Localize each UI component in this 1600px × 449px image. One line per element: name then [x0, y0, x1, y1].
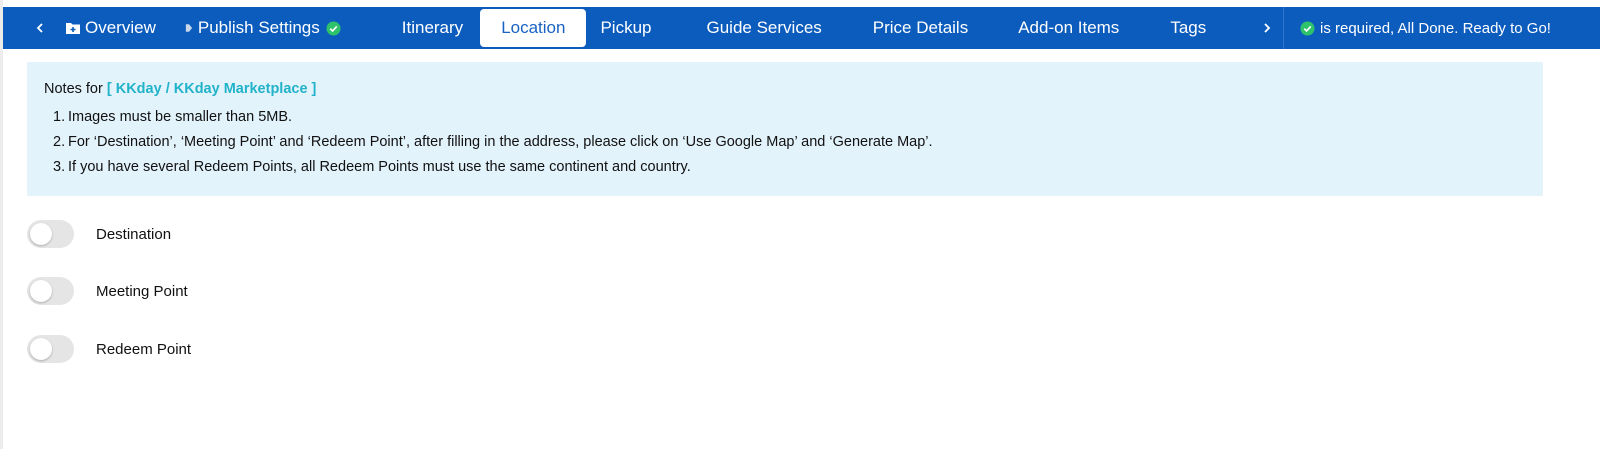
destination-label: Destination [96, 225, 172, 243]
step-navigation-bar: Overview Publish Settings Itinerary Loca… [3, 7, 1600, 49]
chevron-right-icon [1264, 23, 1271, 33]
tab-label: Guide Services [706, 18, 822, 37]
list-text: For ‘Destination’, ‘Meeting Point’ and ‘… [68, 134, 933, 150]
check-circle-icon [1300, 20, 1315, 36]
redeem-point-toggle[interactable] [27, 335, 74, 363]
tab-guide-services[interactable]: Guide Services [695, 9, 834, 47]
notes-list: 1. Images must be smaller than 5MB. 2. For… [44, 105, 1543, 180]
notes-heading: Notes for [ KKday / KKday Marketplace ] [44, 80, 1543, 99]
tab-location[interactable]: Location [480, 9, 587, 47]
destination-toggle[interactable] [27, 220, 74, 248]
toggle-knob [30, 338, 52, 360]
tab-price-details[interactable]: Price Details [861, 9, 980, 47]
scroll-tabs-left-button[interactable] [23, 7, 57, 49]
notes-brand: [ KKday / KKday Marketplace ] [106, 81, 317, 97]
step-tabs: Overview Publish Settings Itinerary Loca… [57, 7, 1218, 49]
redeem-point-toggle-row: Redeem Point [27, 335, 191, 363]
notes-list-item: 2. For ‘Destination’, ‘Meeting Point’ and… [44, 130, 1543, 155]
tab-tags[interactable]: Tags [1158, 9, 1218, 47]
meeting-point-label: Meeting Point [96, 282, 188, 300]
meeting-point-toggle-row: Meeting Point [27, 277, 188, 305]
notes-list-item: 1. Images must be smaller than 5MB. [44, 105, 1543, 130]
tab-add-on-items[interactable]: Add-on Items [1006, 9, 1131, 47]
redeem-point-label: Redeem Point [96, 340, 192, 358]
list-number: 3. [53, 159, 66, 175]
tab-label: Overview [85, 18, 156, 37]
check-circle-icon [326, 20, 341, 36]
toggle-knob [30, 280, 52, 302]
tab-label: Price Details [872, 18, 969, 37]
completion-status: is required, All Done. Ready to Go! [1283, 7, 1600, 49]
left-edge-rule [0, 0, 3, 449]
notes-list-item: 3. If you have several Redeem Points, all… [44, 155, 1543, 180]
list-number: 1. [53, 109, 66, 125]
tab-label: Itinerary [401, 18, 464, 37]
scroll-tabs-right-button[interactable] [1250, 7, 1284, 49]
status-text: is required, All Done. Ready to Go! [1320, 19, 1551, 37]
toggle-knob [30, 223, 52, 245]
tab-label: Add-on Items [1018, 18, 1120, 37]
list-number: 2. [53, 134, 66, 150]
tab-label: Tags [1170, 18, 1207, 37]
destination-toggle-row: Destination [27, 220, 171, 248]
tag-icon [184, 21, 194, 35]
tab-itinerary[interactable]: Itinerary [390, 9, 475, 47]
tab-label: Location [501, 18, 566, 37]
tab-label: Pickup [600, 18, 652, 37]
tab-pickup[interactable]: Pickup [588, 9, 663, 47]
chevron-left-icon [36, 23, 43, 33]
tab-publish-settings[interactable]: Publish Settings [168, 9, 353, 47]
list-text: If you have several Redeem Points, all R… [68, 159, 691, 175]
tab-label: Publish Settings [197, 18, 320, 37]
meeting-point-toggle[interactable] [27, 277, 74, 305]
folder-add-icon [65, 21, 81, 35]
notes-panel: Notes for [ KKday / KKday Marketplace ] … [27, 62, 1543, 196]
notes-prefix: Notes for [44, 81, 103, 97]
tab-overview[interactable]: Overview [57, 9, 168, 47]
list-text: Images must be smaller than 5MB. [68, 109, 293, 125]
